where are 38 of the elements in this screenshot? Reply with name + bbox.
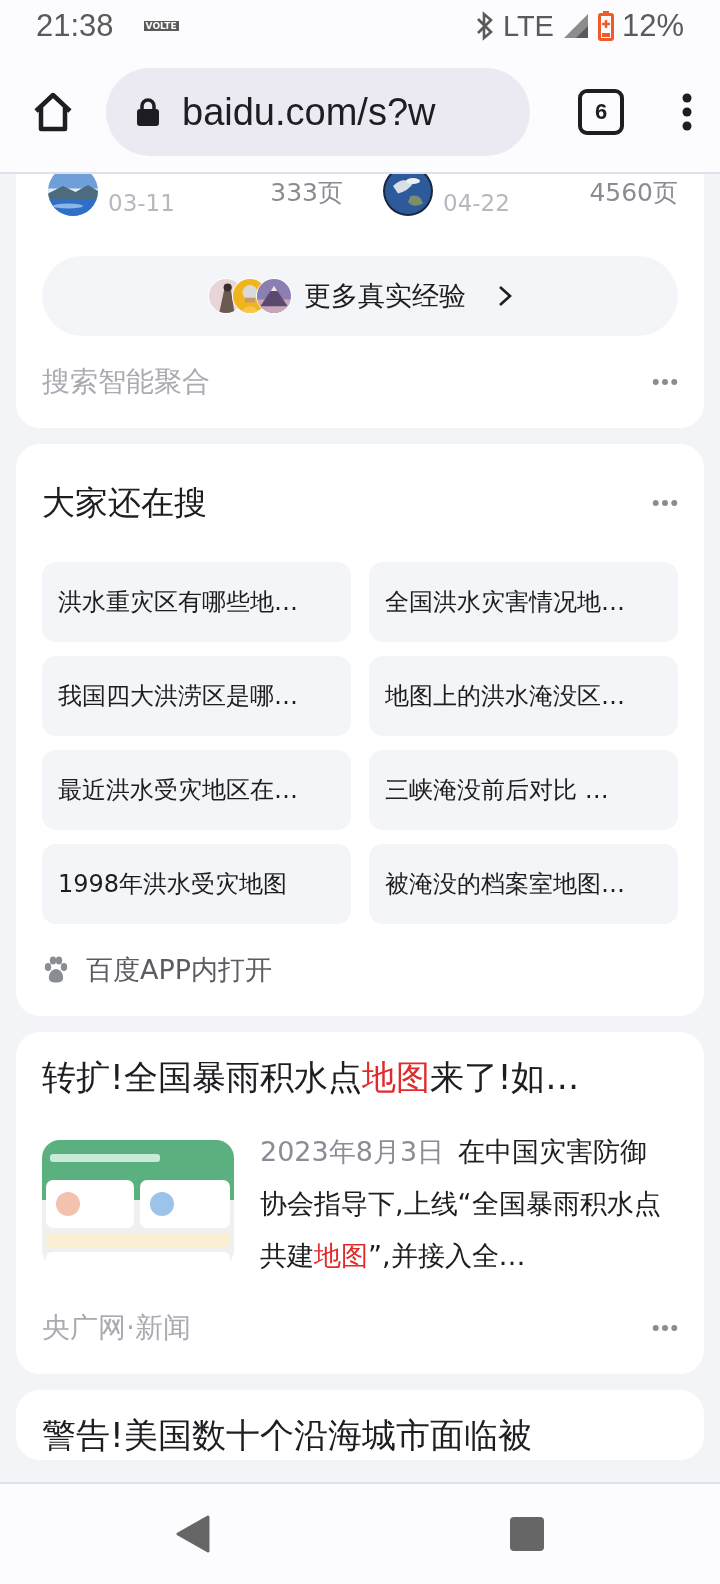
- url-text: baidu.com/s?w: [182, 90, 436, 134]
- search-suggestion[interactable]: 我国四大洪涝区是哪…: [42, 656, 351, 736]
- bluetooth-icon: [474, 11, 495, 41]
- lock-icon: [136, 97, 160, 127]
- volte-indicator: VOLTE: [143, 21, 179, 31]
- open-in-app-link[interactable]: 百度APP内打开: [86, 952, 273, 988]
- page-count: 333页: [270, 177, 343, 209]
- search-suggestion[interactable]: 1998年洪水受灾地图: [42, 844, 351, 924]
- result-title[interactable]: 警告!美国数十个沿海城市面临被: [42, 1390, 678, 1460]
- section-title: 大家还在搜: [42, 481, 207, 524]
- search-suggestion[interactable]: 地图上的洪水淹没区…: [369, 656, 678, 736]
- search-suggestion[interactable]: 最近洪水受灾地区在…: [42, 750, 351, 830]
- back-icon[interactable]: [176, 1515, 210, 1553]
- paw-icon: [42, 956, 70, 984]
- result-title[interactable]: 转扩!全国暴雨积水点地图来了!如…: [42, 1032, 678, 1102]
- battery-percent: 12%: [621, 8, 684, 44]
- menu-icon[interactable]: [682, 93, 692, 131]
- source-label: 央广网·新闻: [42, 1310, 191, 1346]
- address-bar[interactable]: baidu.com/s?w: [106, 68, 530, 156]
- search-suggestion[interactable]: 洪水重灾区有哪些地…: [42, 562, 351, 642]
- source-label: 搜索智能聚合: [42, 364, 210, 400]
- search-suggestion[interactable]: 三峡淹没前后对比 …: [369, 750, 678, 830]
- result-snippet: 2023年8月3日 在中国灾害防御协会指导下,上线“全国暴雨积水点共建地图”,并接入全…: [260, 1135, 662, 1273]
- date-text: 03-11: [108, 190, 175, 218]
- chevron-icon: [498, 285, 512, 307]
- page-count: 4560页: [589, 177, 678, 209]
- home-icon[interactable]: [32, 91, 74, 133]
- clock: 21:38: [36, 8, 114, 44]
- date-text: 04-22: [443, 190, 510, 218]
- search-suggestion[interactable]: 全国洪水灾害情况地…: [369, 562, 678, 642]
- battery-icon: [597, 11, 614, 41]
- tab-switcher[interactable]: 6: [578, 89, 624, 135]
- more-experiences-button[interactable]: 更多真实经验: [42, 256, 678, 336]
- more-icon[interactable]: [652, 1324, 678, 1332]
- more-icon[interactable]: [652, 499, 678, 507]
- more-icon[interactable]: [652, 378, 678, 386]
- network-type: LTE: [502, 9, 554, 43]
- search-suggestion[interactable]: 被淹没的档案室地图…: [369, 844, 678, 924]
